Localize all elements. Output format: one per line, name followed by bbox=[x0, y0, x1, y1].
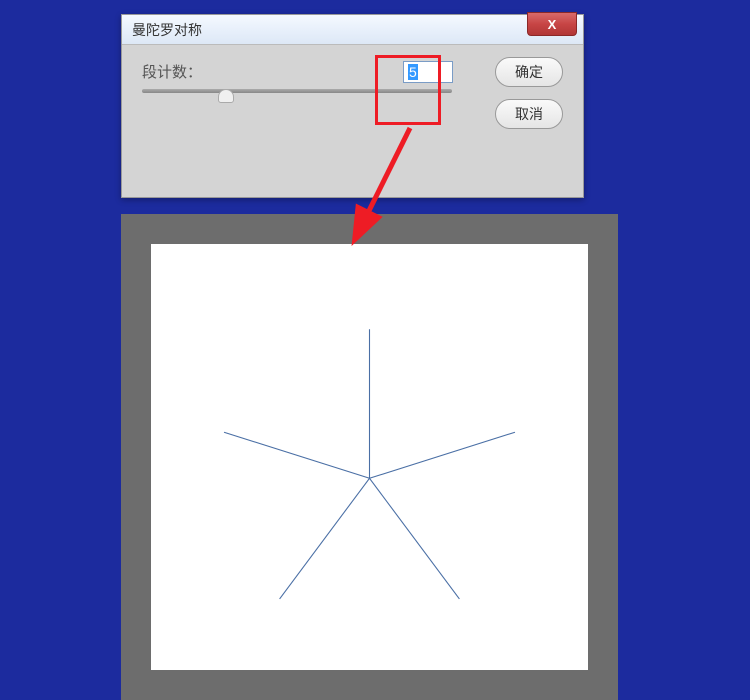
segment-count-input[interactable]: 5 bbox=[403, 61, 453, 83]
mandala-symmetry-dialog: 曼陀罗对称 X 段计数： 5 确定 取消 bbox=[121, 14, 584, 198]
canvas-area bbox=[121, 214, 618, 700]
segment-count-label: 段计数： bbox=[142, 61, 202, 82]
cancel-button[interactable]: 取消 bbox=[495, 99, 563, 129]
dialog-titlebar[interactable]: 曼陀罗对称 X bbox=[122, 15, 583, 45]
close-button[interactable]: X bbox=[527, 12, 577, 36]
ok-button[interactable]: 确定 bbox=[495, 57, 563, 87]
close-icon: X bbox=[548, 17, 557, 32]
segment-slider-thumb[interactable] bbox=[218, 89, 234, 103]
segment-count-value: 5 bbox=[408, 64, 418, 80]
segment-slider-track[interactable] bbox=[142, 89, 452, 93]
drawing-canvas[interactable] bbox=[151, 244, 588, 670]
cancel-button-label: 取消 bbox=[515, 104, 543, 124]
dialog-body: 段计数： 5 确定 取消 bbox=[122, 45, 583, 197]
ok-button-label: 确定 bbox=[515, 62, 543, 82]
dialog-title: 曼陀罗对称 bbox=[132, 20, 202, 40]
symmetry-guides bbox=[151, 244, 588, 670]
